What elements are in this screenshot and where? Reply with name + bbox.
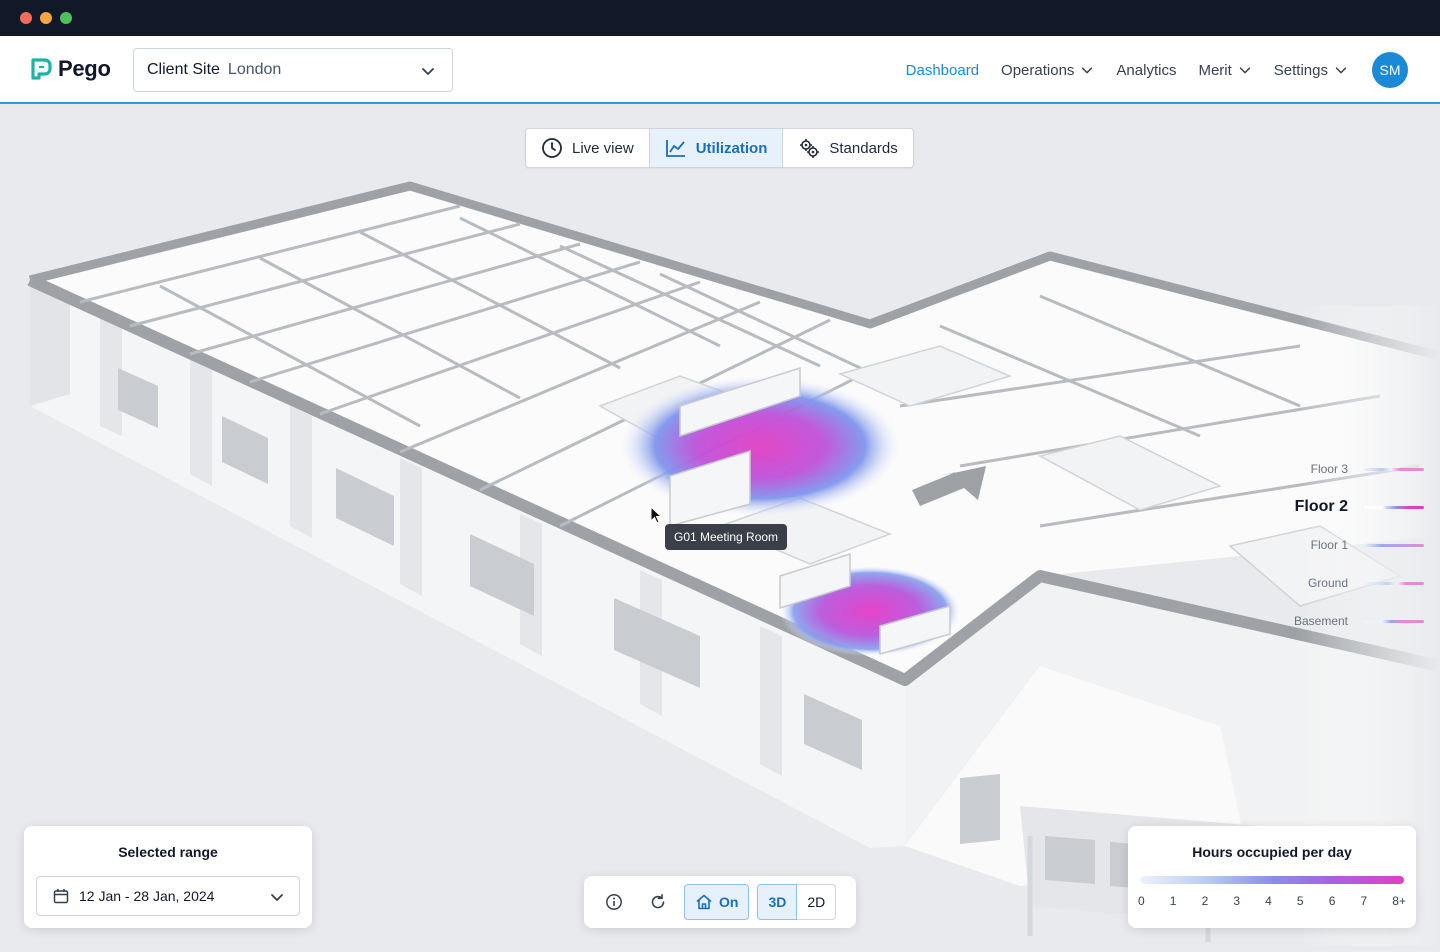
- legend-gradient-bar: [1140, 876, 1404, 884]
- legend-tick: 7: [1360, 894, 1368, 908]
- floor-item-floor-1[interactable]: Floor 1: [1264, 526, 1424, 564]
- floor-heat-bar: [1364, 619, 1424, 623]
- user-avatar[interactable]: SM: [1372, 52, 1408, 88]
- floor-item-ground[interactable]: Ground: [1264, 564, 1424, 602]
- legend-tick: 4: [1265, 894, 1272, 908]
- refresh-icon: [651, 894, 665, 909]
- tab-live-view[interactable]: Live view: [526, 129, 650, 167]
- chevron-down-icon: [422, 68, 434, 75]
- home-toggle-label: On: [719, 894, 739, 910]
- floor-item-floor-2[interactable]: Floor 2: [1264, 488, 1424, 526]
- line-chart-icon: [665, 140, 685, 157]
- tab-utilization[interactable]: Utilization: [649, 129, 784, 167]
- reset-view-button[interactable]: [640, 884, 676, 920]
- floor-label: Floor 2: [1294, 498, 1348, 515]
- close-window-dot[interactable]: [20, 12, 32, 24]
- legend-tick: 6: [1328, 894, 1336, 908]
- info-icon: [606, 894, 622, 910]
- chevron-down-icon: [1082, 67, 1093, 74]
- legend-tick: 8+: [1392, 894, 1406, 908]
- chevron-down-icon: [1335, 67, 1347, 74]
- floor-label: Ground: [1307, 576, 1348, 590]
- legend-tick: 5: [1296, 894, 1304, 908]
- legend-tick: 0: [1138, 894, 1145, 908]
- brand-name: Pego: [58, 56, 111, 81]
- floor-label: Basement: [1293, 614, 1348, 628]
- view-mode-switch: Live view Utilization Standards: [525, 128, 914, 168]
- floor-heat-bar: [1364, 581, 1424, 585]
- floor-heat-bar: [1364, 505, 1424, 509]
- selected-range-panel: Selected range 12 Jan - 28 Jan, 2024: [24, 826, 312, 928]
- nav-analytics-label: Analytics: [1116, 61, 1177, 79]
- floor-label: Floor 1: [1310, 538, 1348, 552]
- top-nav: Pego Client Site London Dashboard Operat…: [0, 36, 1440, 104]
- floor-label: Floor 3: [1310, 462, 1348, 476]
- mode-2d-button[interactable]: 2D: [797, 884, 837, 920]
- home-icon: [696, 894, 712, 910]
- floor-item-floor-3[interactable]: Floor 3: [1264, 450, 1424, 488]
- site-selector[interactable]: Client Site London: [133, 48, 453, 92]
- calendar-icon: [53, 889, 69, 904]
- nav-operations-label: Operations: [1001, 61, 1075, 79]
- floor-heat-bar: [1364, 467, 1424, 471]
- view-dimension-switch: 3D 2D: [757, 884, 837, 920]
- legend-tick: 2: [1201, 894, 1209, 908]
- mode-3d-button[interactable]: 3D: [757, 884, 798, 920]
- nav-analytics[interactable]: Analytics: [1116, 62, 1176, 79]
- legend-tick: 1: [1169, 894, 1177, 908]
- floor-selector: Floor 3 Floor 2 Floor 1 Ground Basement: [1264, 450, 1424, 640]
- selected-range-title: Selected range: [118, 844, 218, 860]
- nav-merit-label: Merit: [1198, 61, 1232, 79]
- chevron-down-icon: [271, 894, 283, 901]
- nav-operations[interactable]: Operations: [1001, 62, 1094, 79]
- legend-ticks: 0 1 2 3 4 5 6 7 8+: [1138, 894, 1406, 908]
- porch-window-3: [960, 774, 1000, 844]
- tab-standards[interactable]: Standards: [783, 129, 912, 167]
- legend-title: Hours occupied per day: [1192, 844, 1352, 860]
- date-range-picker[interactable]: 12 Jan - 28 Jan, 2024: [36, 876, 300, 916]
- minimize-window-dot[interactable]: [40, 12, 52, 24]
- site-value: London: [227, 61, 282, 78]
- window-titlebar: [0, 0, 1440, 36]
- tab-standards-label: Standards: [829, 139, 898, 157]
- mouse-cursor-icon: [650, 506, 663, 524]
- clock-icon: [542, 138, 562, 158]
- app: Pego Client Site London Dashboard Operat…: [0, 36, 1440, 952]
- legend-tick: 3: [1233, 894, 1241, 908]
- home-toggle-button[interactable]: On: [684, 884, 750, 920]
- tab-live-view-label: Live view: [572, 139, 634, 157]
- map-controls-panel: On 3D 2D: [584, 876, 856, 928]
- pego-logo-icon: [31, 58, 52, 80]
- nav-settings-label: Settings: [1273, 61, 1328, 79]
- date-range-value: 12 Jan - 28 Jan, 2024: [79, 888, 215, 904]
- maximize-window-dot[interactable]: [60, 12, 72, 24]
- site-label: Client Site: [147, 61, 220, 78]
- gears-icon: [800, 139, 820, 158]
- occupancy-legend-panel: Hours occupied per day 0 1 2 3 4 5 6 7 8…: [1128, 826, 1416, 928]
- main-nav: Dashboard Operations Analytics Merit Set…: [906, 36, 1440, 104]
- nav-dashboard[interactable]: Dashboard: [906, 62, 979, 79]
- nav-settings[interactable]: Settings: [1274, 62, 1348, 79]
- nav-merit[interactable]: Merit: [1198, 62, 1251, 79]
- chevron-down-icon: [1239, 67, 1250, 74]
- porch-window-1: [1045, 836, 1095, 884]
- logo[interactable]: Pego: [30, 56, 111, 82]
- nav-dashboard-label: Dashboard: [905, 61, 980, 79]
- floor-item-basement[interactable]: Basement: [1264, 602, 1424, 640]
- room-tooltip: G01 Meeting Room: [665, 524, 788, 550]
- info-button[interactable]: [596, 884, 632, 920]
- floor-heat-bar: [1364, 543, 1424, 547]
- tab-utilization-label: Utilization: [695, 139, 768, 157]
